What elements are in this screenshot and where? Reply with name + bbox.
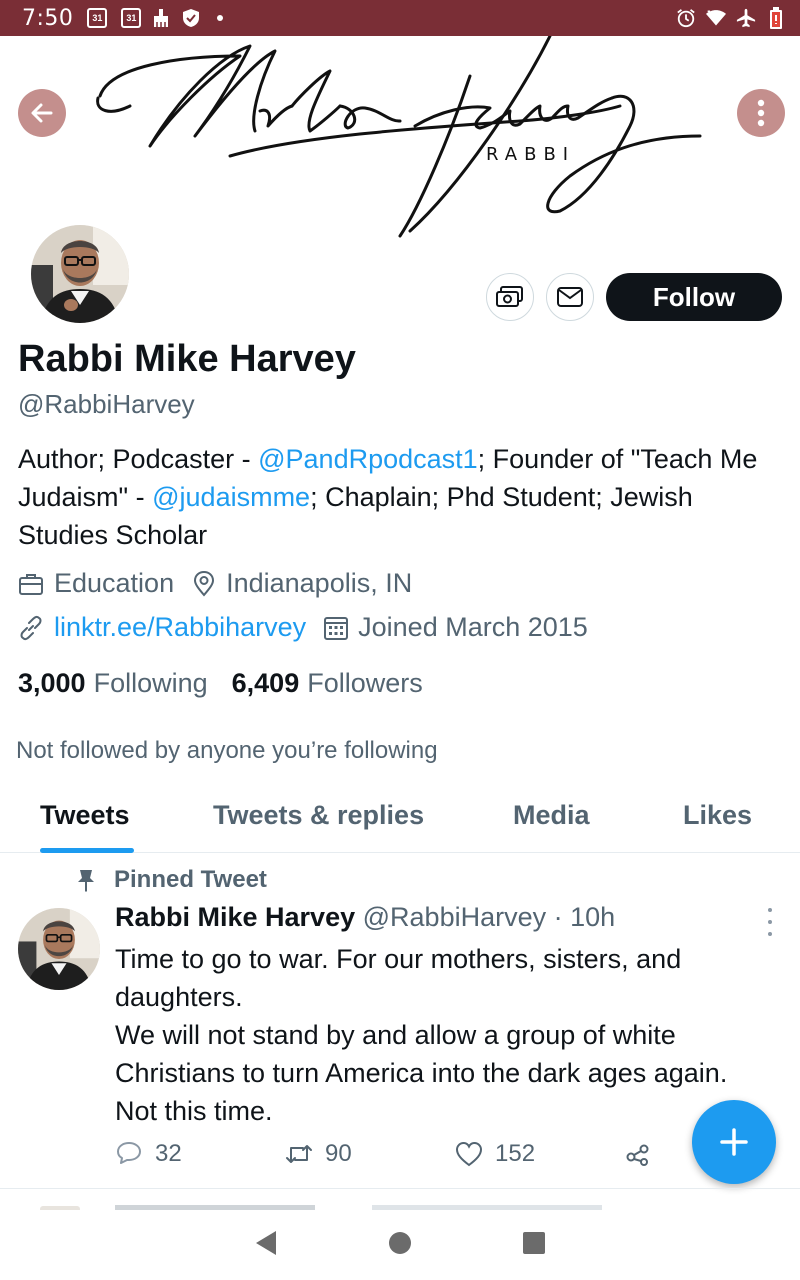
- tweet-more-button[interactable]: [760, 908, 780, 936]
- calendar-icon: 31: [121, 8, 142, 28]
- share-icon: [626, 1144, 649, 1166]
- tweet-separator: ·: [546, 902, 571, 932]
- profile-location: Indianapolis, IN: [192, 568, 412, 599]
- tweet-text: Time to go to war. For our mothers, sist…: [115, 944, 728, 1126]
- follow-counts: 3,000 Following 6,409 Followers: [18, 668, 423, 699]
- tweet-divider: [0, 1188, 800, 1189]
- tweet-actions: 32 90 152: [115, 1140, 675, 1176]
- shield-icon: [181, 8, 201, 28]
- location-label: Indianapolis, IN: [226, 568, 413, 598]
- category-label: Education: [54, 568, 175, 598]
- compose-tweet-button[interactable]: [692, 1100, 776, 1184]
- active-tab-indicator: [40, 848, 134, 853]
- website-link[interactable]: linktr.ee/Rabbiharvey: [54, 612, 306, 643]
- reply-icon: [117, 1142, 141, 1164]
- bio-text: Author; Podcaster -: [18, 444, 259, 474]
- profile-category: Education: [18, 568, 174, 599]
- nav-home-button[interactable]: [388, 1231, 412, 1260]
- pin-icon: [78, 870, 94, 892]
- tweet-time[interactable]: 10h: [570, 902, 615, 932]
- profile-bio: Author; Podcaster - @PandRpodcast1; Foun…: [18, 440, 788, 554]
- followers-count-link[interactable]: 6,409 Followers: [232, 668, 423, 699]
- profile-avatar[interactable]: [28, 222, 132, 326]
- square-recents-icon: [523, 1231, 545, 1254]
- arrow-left-icon: [31, 103, 53, 123]
- money-icon: [496, 286, 523, 307]
- cleaning-icon: [151, 8, 171, 28]
- tweet-header: Rabbi Mike Harvey @RabbiHarvey · 10h: [115, 902, 615, 933]
- tab-media[interactable]: Media: [513, 800, 590, 831]
- nav-back-button[interactable]: [254, 1230, 278, 1261]
- following-count-link[interactable]: 3,000 Following: [18, 668, 208, 699]
- profile-banner: RABBI: [0, 36, 800, 238]
- tweet-author-handle[interactable]: @RabbiHarvey: [363, 902, 546, 932]
- heart-icon: [455, 1141, 483, 1167]
- avatar-photo: [18, 908, 100, 990]
- tip-jar-button[interactable]: [486, 273, 534, 321]
- follow-button[interactable]: Follow: [606, 273, 782, 321]
- pinned-tweet-label: Pinned Tweet: [76, 866, 267, 894]
- triangle-back-icon: [256, 1230, 276, 1255]
- profile-meta-row: linktr.ee/Rabbiharvey Joined March 2015: [18, 612, 606, 643]
- retweet-icon: [286, 1145, 312, 1163]
- system-navigation-bar: [0, 1210, 800, 1280]
- wifi-icon: [706, 8, 726, 28]
- like-count: 152: [495, 1140, 536, 1167]
- tweet-author-avatar[interactable]: [18, 908, 100, 990]
- pinned-text: Pinned Tweet: [114, 866, 267, 893]
- display-name: Rabbi Mike Harvey: [18, 338, 356, 380]
- back-button[interactable]: [18, 89, 66, 137]
- tab-tweets-replies[interactable]: Tweets & replies: [213, 800, 424, 831]
- profile-website[interactable]: linktr.ee/Rabbiharvey: [18, 612, 306, 643]
- reply-count: 32: [155, 1140, 182, 1167]
- tab-likes[interactable]: Likes: [683, 800, 752, 831]
- next-tweet-peek: [0, 1196, 800, 1210]
- more-vertical-icon: [757, 99, 765, 127]
- share-button[interactable]: [625, 1140, 663, 1166]
- status-bar: 7:50 31 31: [0, 0, 800, 36]
- profile-tabs: Tweets Tweets & replies Media Likes: [0, 790, 800, 853]
- rabbi-subtitle: RABBI: [486, 144, 575, 165]
- retweet-button[interactable]: 90: [285, 1140, 352, 1168]
- more-options-button[interactable]: [737, 89, 785, 137]
- battery-icon: [766, 7, 786, 29]
- nav-recents-button[interactable]: [522, 1231, 546, 1260]
- not-followed-notice: Not followed by anyone you’re following: [16, 737, 438, 764]
- signature-logo: RABBI: [96, 36, 702, 238]
- profile-joined: Joined March 2015: [324, 612, 588, 643]
- plus-icon: [720, 1128, 748, 1156]
- notification-dot-icon: [217, 15, 224, 21]
- message-button[interactable]: [546, 273, 594, 321]
- like-button[interactable]: 152: [455, 1140, 535, 1168]
- briefcase-icon: [19, 573, 43, 595]
- circle-home-icon: [389, 1231, 411, 1254]
- followers-count: 6,409: [231, 668, 300, 698]
- bio-mention-link[interactable]: @judaismme: [152, 482, 310, 512]
- airplane-icon: [736, 8, 756, 28]
- bio-mention-link[interactable]: @PandRpodcast1: [258, 444, 478, 474]
- tab-tweets[interactable]: Tweets: [40, 800, 130, 831]
- link-icon: [20, 615, 42, 640]
- followers-label: Followers: [307, 668, 423, 698]
- status-time: 7:50: [22, 5, 74, 31]
- following-count: 3,000: [18, 668, 86, 698]
- calendar-icon: 31: [87, 8, 108, 28]
- profile-meta-row: Education Indianapolis, IN: [18, 568, 430, 599]
- retweet-count: 90: [325, 1140, 352, 1167]
- reply-button[interactable]: 32: [115, 1140, 182, 1168]
- following-label: Following: [93, 668, 208, 698]
- joined-label: Joined March 2015: [358, 612, 588, 642]
- avatar-photo: [31, 225, 129, 323]
- calendar-icon: [324, 616, 349, 640]
- location-pin-icon: [194, 570, 215, 597]
- envelope-icon: [557, 287, 583, 307]
- tweet-author-name[interactable]: Rabbi Mike Harvey: [115, 902, 355, 932]
- profile-handle: @RabbiHarvey: [18, 389, 195, 419]
- alarm-icon: [676, 8, 696, 28]
